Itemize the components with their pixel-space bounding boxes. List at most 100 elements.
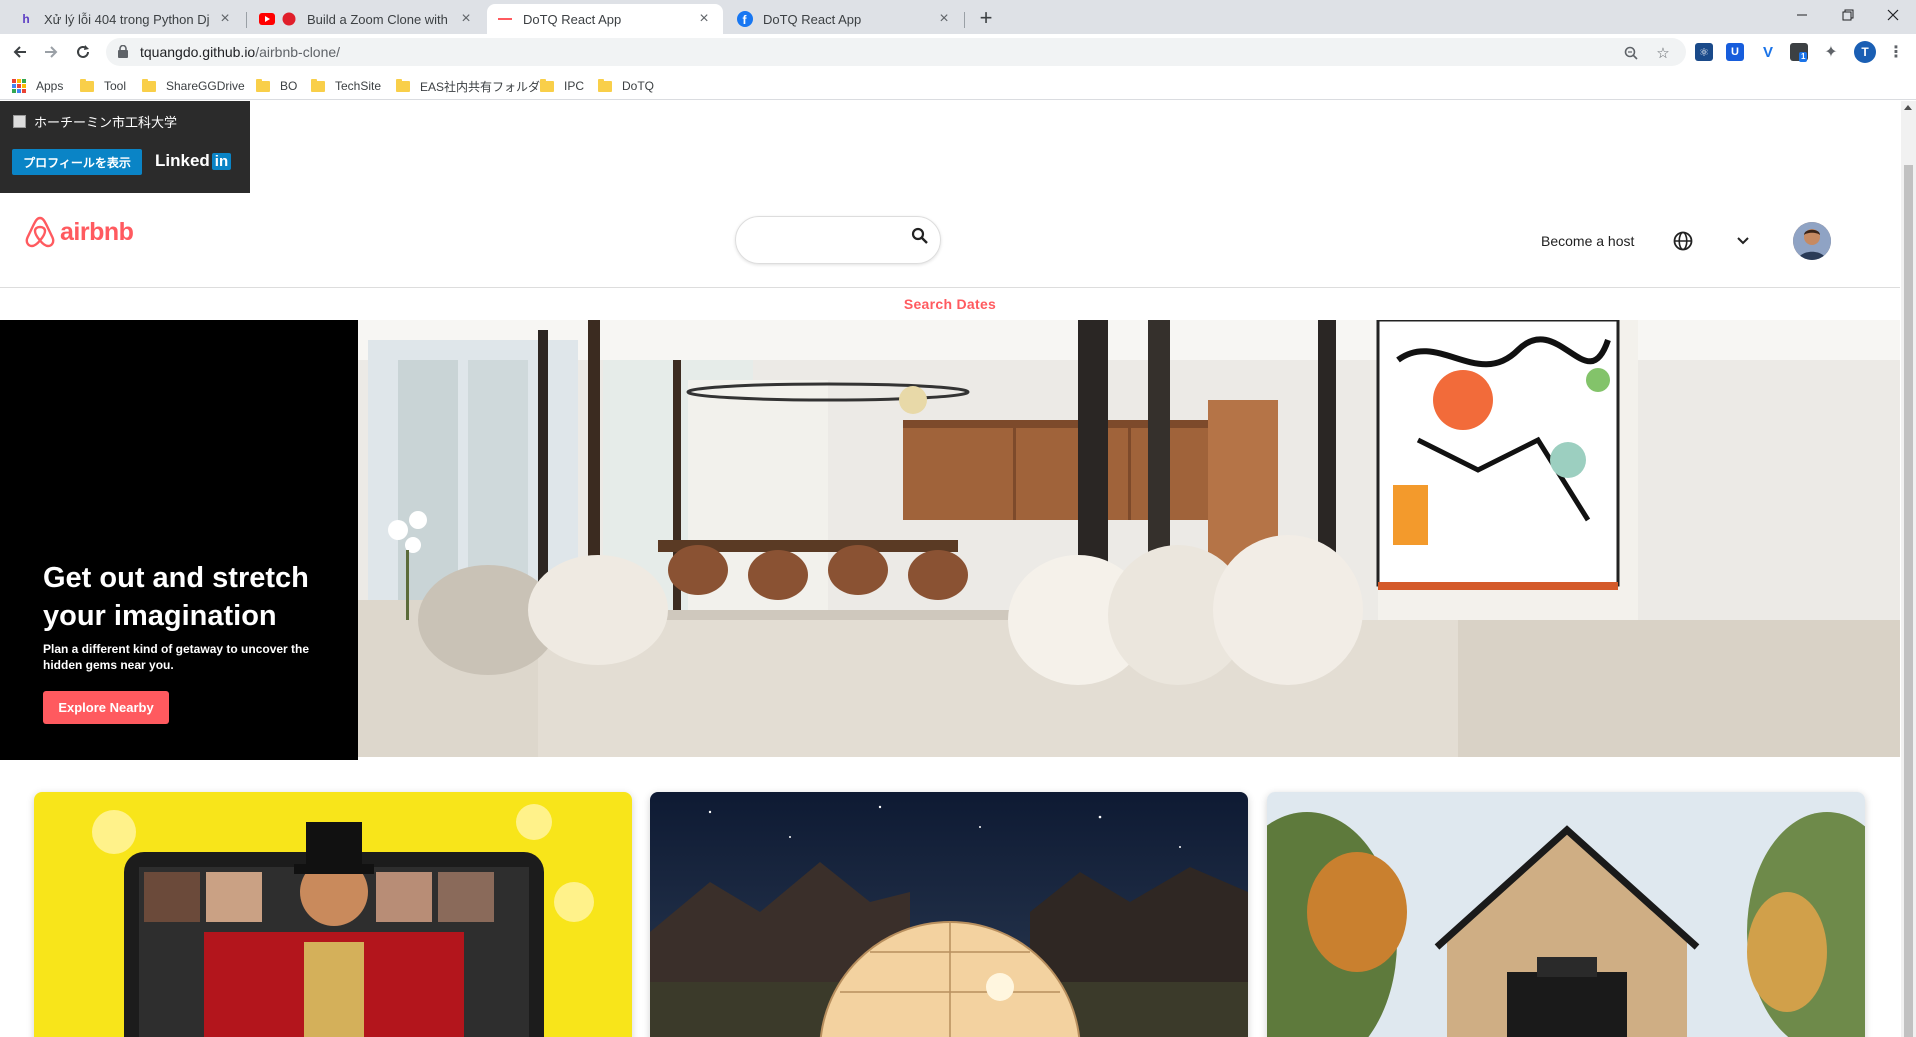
tab-dotq-react-active[interactable]: DoTQ React App × [487, 4, 723, 34]
entire-homes-image [1267, 792, 1865, 1037]
view-profile-button[interactable]: プロフィールを表示 [12, 149, 142, 175]
bookmark-label: Apps [36, 79, 64, 93]
browser-toolbar: tquangdo.github.io/airbnb-clone/ ☆ ⚛ U V… [0, 34, 1916, 70]
language-globe-icon[interactable] [1672, 230, 1694, 252]
scroll-up-arrow-icon[interactable] [1904, 105, 1912, 110]
school-logo-icon [13, 115, 26, 128]
folder-icon [142, 78, 156, 92]
url-text: tquangdo.github.io/airbnb-clone/ [140, 44, 340, 60]
linkedin-logo-in: in [211, 152, 232, 170]
close-tab-icon[interactable]: × [457, 10, 475, 28]
bookmark-label: BO [280, 79, 298, 93]
linkedin-school: ホーチーミン市工科大学 [34, 115, 178, 130]
bookmark-dotq[interactable]: DoTQ [598, 77, 654, 95]
facebook-favicon-icon: f [737, 11, 753, 27]
hocvn-favicon-icon: h [22, 12, 30, 26]
bookmark-label: EAS社内共有フォルダ [420, 79, 541, 94]
bookmark-star-icon[interactable]: ☆ [1653, 43, 1673, 63]
site-header: airbnb Become a host [0, 193, 1900, 287]
tab-dotq-react-facebook[interactable]: f DoTQ React App × [727, 4, 963, 34]
airbnb-logo[interactable]: airbnb [24, 215, 134, 249]
close-tab-icon[interactable]: × [216, 10, 234, 28]
page-scrollbar[interactable] [1901, 101, 1916, 1037]
card-unique-stays[interactable] [650, 792, 1248, 1037]
tab-title: Build a Zoom Clone with Node [307, 11, 451, 27]
online-experiences-image [34, 792, 632, 1037]
folder-icon [80, 78, 94, 92]
extension-meet-icon[interactable]: 1 [1790, 43, 1808, 62]
airbnb-belo-icon [25, 216, 55, 248]
extension-badge: 1 [1799, 52, 1808, 62]
bookmark-label: DoTQ [622, 79, 655, 93]
folder-icon [540, 78, 554, 92]
bookmark-ipc[interactable]: IPC [540, 77, 584, 95]
bookmarks-bar: Apps Tool ShareGGDrive BO TechSite EAS社内… [0, 70, 1916, 100]
extension-v-icon[interactable]: V [1759, 43, 1777, 61]
tab-title: DoTQ React App [523, 11, 622, 27]
bookmark-label: TechSite [335, 79, 382, 93]
bookmark-tool[interactable]: Tool [80, 77, 126, 95]
hero-text-panel: Get out and stretch your imagination Pla… [0, 320, 358, 760]
zoom-icon[interactable] [1621, 43, 1641, 63]
hero-banner: Get out and stretch your imagination Pla… [0, 320, 1900, 760]
hero-interior-image [358, 320, 1900, 757]
experience-cards [0, 792, 1900, 1037]
linkedin-logo-text: Linked [155, 151, 210, 170]
tab-strip: h Xử lý lỗi 404 trong Python Django × Bu… [0, 0, 1916, 34]
recording-dot-icon [281, 11, 297, 27]
close-tab-icon[interactable]: × [935, 10, 953, 28]
hero-title: Get out and stretch your imagination [43, 562, 309, 632]
reload-button[interactable] [70, 39, 96, 65]
tab-django-404[interactable]: h Xử lý lỗi 404 trong Python Django × [8, 4, 244, 34]
bookmark-eas[interactable]: EAS社内共有フォルダ [396, 77, 540, 95]
linkedin-badge: ホーチーミン市工科大学 プロフィールを表示 Linked in [0, 101, 250, 193]
browser-menu-icon[interactable]: ⋮ [1887, 43, 1905, 61]
user-avatar[interactable] [1793, 222, 1831, 260]
linkedin-logo[interactable]: Linked in [155, 151, 232, 171]
apps-grid-icon [12, 79, 26, 93]
extensions-puzzle-icon[interactable]: ✦ [1822, 43, 1840, 61]
card-online-experiences[interactable] [34, 792, 632, 1037]
search-dates-label: Search Dates [903, 296, 997, 312]
bookmark-label: ShareGGDrive [166, 79, 245, 93]
bookmark-apps[interactable]: Apps [12, 77, 63, 95]
youtube-favicon-icon [259, 11, 275, 27]
explore-nearby-button[interactable]: Explore Nearby [43, 691, 169, 724]
lock-icon [118, 44, 128, 58]
extension-react-icon[interactable]: ⚛ [1695, 43, 1713, 61]
search-box [735, 216, 941, 264]
card-entire-homes[interactable] [1267, 792, 1865, 1037]
close-window-button[interactable] [1870, 0, 1916, 30]
unique-stays-image [650, 792, 1248, 1037]
forward-button[interactable] [38, 39, 64, 65]
back-button[interactable] [7, 39, 33, 65]
bookmark-bo[interactable]: BO [256, 77, 297, 95]
bookmark-techsite[interactable]: TechSite [311, 77, 381, 95]
address-bar[interactable]: tquangdo.github.io/airbnb-clone/ ☆ [106, 38, 1686, 66]
minimize-button[interactable] [1779, 0, 1825, 30]
search-input[interactable] [750, 227, 900, 253]
search-icon[interactable] [911, 227, 929, 245]
profile-avatar[interactable]: T [1854, 41, 1876, 63]
bookmark-sharegg[interactable]: ShareGGDrive [142, 77, 245, 95]
close-tab-icon[interactable]: × [695, 10, 713, 28]
new-tab-button[interactable]: + [973, 5, 999, 31]
search-dates-bar[interactable]: Search Dates [0, 287, 1900, 321]
extension-bitwarden-icon[interactable]: U [1726, 43, 1744, 61]
tab-zoom-clone[interactable]: Build a Zoom Clone with Node × [249, 4, 485, 34]
folder-icon [598, 78, 612, 92]
brand-wordmark: airbnb [60, 217, 134, 246]
restore-button[interactable] [1825, 0, 1871, 30]
bookmark-label: Tool [104, 79, 127, 93]
chevron-down-icon[interactable] [1735, 233, 1751, 249]
url-path: /airbnb-clone/ [255, 44, 341, 60]
tab-title: DoTQ React App [763, 11, 862, 27]
hero-subtitle: Plan a different kind of getaway to unco… [43, 642, 310, 672]
bookmark-label: IPC [564, 79, 585, 93]
scrollbar-thumb[interactable] [1904, 165, 1913, 1037]
tab-separator [964, 12, 965, 28]
become-host-link[interactable]: Become a host [1541, 233, 1634, 249]
url-host: tquangdo.github.io [140, 44, 256, 60]
folder-icon [256, 78, 270, 92]
folder-icon [396, 78, 410, 92]
